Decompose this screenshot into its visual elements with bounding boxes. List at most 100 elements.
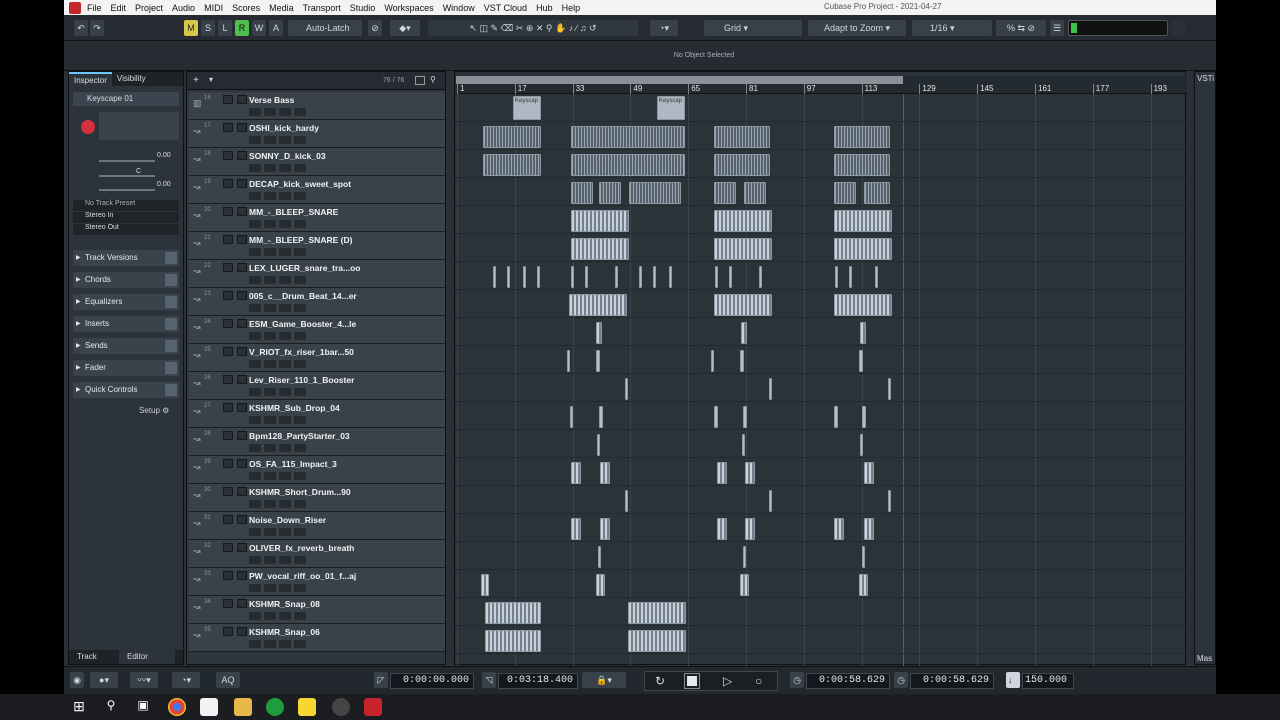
audio-event[interactable] xyxy=(571,182,593,204)
music-app-icon[interactable] xyxy=(266,698,284,716)
track-row[interactable]: ↝ 35 KSHMR_Snap_06 xyxy=(189,624,445,652)
write-button[interactable] xyxy=(294,472,306,480)
read-button[interactable] xyxy=(279,444,291,452)
tab-track[interactable]: Track xyxy=(69,650,119,664)
audio-event[interactable] xyxy=(483,126,541,148)
track-row[interactable]: ↝ 30 KSHMR_Short_Drum...90 xyxy=(189,484,445,512)
track-name[interactable]: MM_-_BLEEP_SNARE xyxy=(249,207,338,217)
mute-button[interactable] xyxy=(223,263,233,272)
cycle-range[interactable] xyxy=(456,76,903,84)
track-row[interactable]: ↝ 20 MM_-_BLEEP_SNARE xyxy=(189,204,445,232)
track-name[interactable]: KSHMR_Sub_Drop_04 xyxy=(249,403,340,413)
track-lane[interactable] xyxy=(455,430,1187,458)
solo-button[interactable] xyxy=(237,179,247,188)
read-button[interactable] xyxy=(279,164,291,172)
track-row[interactable]: ↝ 29 OS_FA_115_Impact_3 xyxy=(189,456,445,484)
track-lane[interactable] xyxy=(455,402,1187,430)
track-name[interactable]: MM_-_BLEEP_SNARE (D) xyxy=(249,235,352,245)
audio-event[interactable] xyxy=(717,462,727,484)
write-button[interactable] xyxy=(294,136,306,144)
record-arm-button[interactable] xyxy=(264,584,276,592)
solo-button[interactable] xyxy=(237,543,247,552)
monitor-button[interactable] xyxy=(249,444,261,452)
menu-media[interactable]: Media xyxy=(269,3,294,13)
audio-event[interactable] xyxy=(888,490,891,512)
cycle-icon[interactable]: ↻ xyxy=(655,674,665,688)
search-icon[interactable]: ⚲ xyxy=(430,75,436,84)
solo-button[interactable] xyxy=(237,487,247,496)
read-button[interactable] xyxy=(279,108,291,116)
read-button[interactable] xyxy=(279,416,291,424)
mute-button[interactable] xyxy=(223,599,233,608)
audio-event[interactable] xyxy=(569,294,627,316)
track-lane[interactable] xyxy=(455,94,1187,122)
read-button[interactable] xyxy=(279,640,291,648)
arrange-area[interactable]: 1 17 33 49 65 81 97 113 129 145 161 177 193 Keyscap K… xyxy=(454,71,1187,666)
right-locator-field[interactable]: 0:03:18.400 xyxy=(498,673,578,689)
track-buttons[interactable] xyxy=(99,112,179,140)
solo-button[interactable] xyxy=(237,571,247,580)
volume-fader[interactable] xyxy=(99,160,155,162)
audio-event[interactable] xyxy=(537,266,540,288)
task-view-icon[interactable]: ▣ xyxy=(134,698,152,716)
record-arm-button[interactable] xyxy=(264,248,276,256)
track-lane[interactable] xyxy=(455,122,1187,150)
stop-icon[interactable] xyxy=(684,673,700,689)
solo-button[interactable] xyxy=(237,459,247,468)
write-button[interactable] xyxy=(294,304,306,312)
audio-event[interactable] xyxy=(834,210,892,232)
track-name[interactable]: Lev_Riser_110_1_Booster xyxy=(249,375,354,385)
solo-button[interactable] xyxy=(237,515,247,524)
setup-button[interactable]: Setup ⚙ xyxy=(139,406,169,415)
record-arm-button[interactable] xyxy=(264,612,276,620)
write-button[interactable] xyxy=(294,276,306,284)
tab-editor[interactable]: Editor xyxy=(119,650,175,664)
inspector-track-header[interactable]: Keyscape 01 xyxy=(73,92,179,106)
audio-event[interactable] xyxy=(759,266,762,288)
record-arm-button[interactable] xyxy=(264,164,276,172)
record-arm-button[interactable] xyxy=(264,640,276,648)
tempo-field[interactable]: 150.000 xyxy=(1022,673,1074,689)
audio-event[interactable] xyxy=(849,266,852,288)
audio-event[interactable] xyxy=(742,434,745,456)
track-lane[interactable] xyxy=(455,346,1187,374)
primary-time-icon[interactable]: ◷ xyxy=(790,672,804,688)
tab-visibility[interactable]: Visibility xyxy=(112,72,151,86)
read-button[interactable] xyxy=(279,276,291,284)
menu-studio[interactable]: Studio xyxy=(350,3,376,13)
track-lane[interactable] xyxy=(455,626,1187,654)
solo-button[interactable] xyxy=(237,431,247,440)
record-arm-button[interactable] xyxy=(264,528,276,536)
audio-event[interactable] xyxy=(834,518,844,540)
track-row[interactable]: ↝ 24 ESM_Game_Booster_4...le xyxy=(189,316,445,344)
record-mode-select[interactable]: ●▾ xyxy=(90,672,118,688)
undo-icon[interactable]: ↶ xyxy=(74,20,88,36)
track-lane[interactable] xyxy=(455,178,1187,206)
track-row[interactable]: ↝ 32 OLIVER_fx_reverb_breath xyxy=(189,540,445,568)
record-arm-button[interactable] xyxy=(264,360,276,368)
record-arm-button[interactable] xyxy=(264,556,276,564)
read-button[interactable] xyxy=(279,472,291,480)
audio-event[interactable] xyxy=(571,154,685,176)
monitor-button[interactable] xyxy=(249,612,261,620)
monitor-button[interactable] xyxy=(249,388,261,396)
audio-event[interactable] xyxy=(834,406,838,428)
automation-mode-select[interactable]: Auto-Latch xyxy=(288,20,362,36)
audio-event[interactable] xyxy=(571,462,581,484)
audio-event[interactable] xyxy=(864,462,874,484)
track-row[interactable]: ↝ 26 Lev_Riser_110_1_Booster xyxy=(189,372,445,400)
mute-button[interactable] xyxy=(223,291,233,300)
mute-button[interactable] xyxy=(223,95,233,104)
monitor-button[interactable] xyxy=(249,304,261,312)
monitor-button[interactable] xyxy=(249,220,261,228)
audio-event[interactable] xyxy=(740,350,744,372)
record-arm-button[interactable] xyxy=(264,108,276,116)
windows-start-icon[interactable]: ⊞ xyxy=(70,698,88,716)
mute-button[interactable] xyxy=(223,375,233,384)
read-button[interactable] xyxy=(279,612,291,620)
audio-event[interactable] xyxy=(571,210,629,232)
read-button[interactable] xyxy=(279,584,291,592)
section-quick-controls[interactable]: Quick Controls xyxy=(73,382,179,398)
track-name[interactable]: KSHMR_Short_Drum...90 xyxy=(249,487,351,497)
track-row[interactable]: ▥ 16 Verse Bass xyxy=(189,92,445,120)
